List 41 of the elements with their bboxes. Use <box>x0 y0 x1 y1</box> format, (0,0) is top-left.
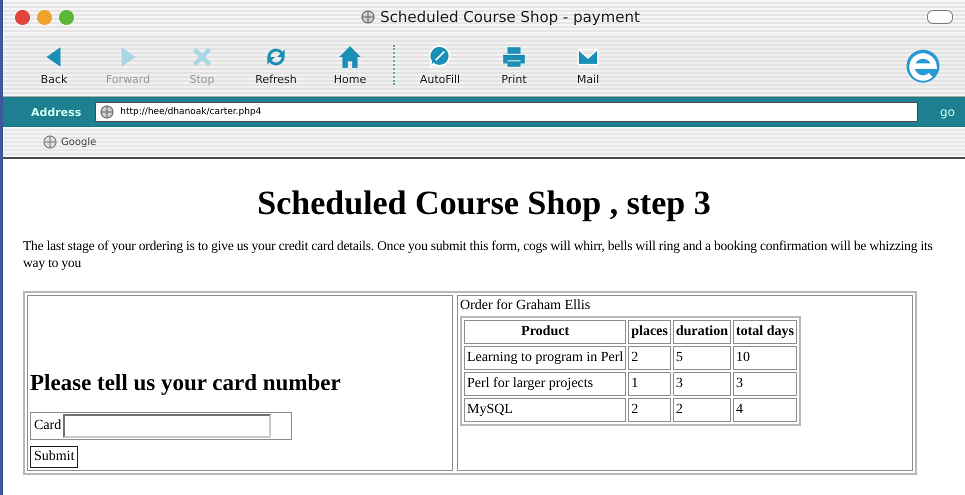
table-cell: 4 <box>732 398 797 422</box>
zoom-button[interactable] <box>59 10 74 24</box>
table-cell: Perl for larger projects <box>464 372 626 396</box>
table-cell: 3 <box>672 372 731 396</box>
table-cell: 2 <box>628 398 671 422</box>
mail-button[interactable]: Mail <box>557 44 619 86</box>
home-icon <box>337 44 363 70</box>
globe-icon <box>361 10 376 24</box>
table-cell: 3 <box>732 372 797 396</box>
table-cell: 2 <box>628 346 671 370</box>
table-cell: Learning to program in Perl <box>464 346 626 370</box>
toolbar-toggle-button[interactable] <box>927 10 953 24</box>
back-button[interactable]: Back <box>23 44 85 86</box>
home-button[interactable]: Home <box>319 44 381 86</box>
close-button[interactable] <box>15 10 30 24</box>
table-cell: 10 <box>732 346 797 370</box>
go-button[interactable]: go <box>918 105 965 119</box>
autofill-button[interactable]: AutoFill <box>409 44 471 86</box>
refresh-button[interactable]: Refresh <box>245 44 307 86</box>
page-heading: Scheduled Course Shop , step 3 <box>256 184 712 224</box>
submit-button[interactable]: Submit <box>30 446 78 468</box>
table-cell: 5 <box>672 346 731 370</box>
column-header: places <box>628 320 671 344</box>
order-caption: Order for Graham Ellis <box>460 298 592 314</box>
card-input-field[interactable] <box>63 414 272 438</box>
globe-icon <box>43 135 57 149</box>
table-cell: 1 <box>628 372 671 396</box>
address-field[interactable]: http://hee/dhanoak/carter.php4 <box>95 102 918 122</box>
minimize-button[interactable] <box>37 10 52 24</box>
column-header: Product <box>464 320 626 344</box>
favorite-link[interactable]: Google <box>37 134 102 150</box>
window-title: Scheduled Course Shop - payment <box>380 8 640 26</box>
intro-paragraph: The last stage of your ordering is to give us your credit card details. Once you submit this form, cogs will whirr, bells will ring and a booking confirmation will be whizzing its way to you <box>23 237 934 271</box>
card-label: Card <box>33 418 62 434</box>
column-header: total days <box>732 320 797 344</box>
print-button[interactable]: Print <box>483 44 545 86</box>
form-heading: Please tell us your card number <box>30 370 342 396</box>
table-cell: 2 <box>672 398 731 422</box>
table-cell: MySQL <box>464 398 626 422</box>
address-label: Address <box>30 106 82 118</box>
column-header: duration <box>672 320 731 344</box>
